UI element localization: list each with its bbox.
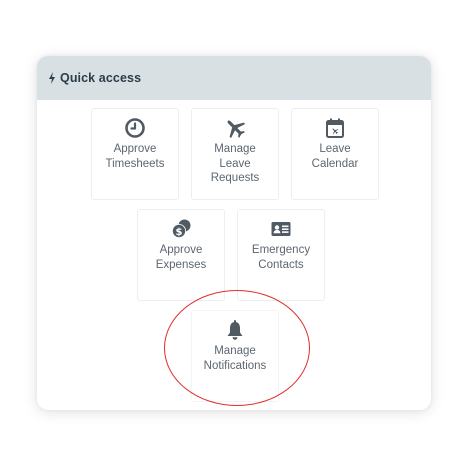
manage-leave-requests-tile[interactable]: Manage Leave Requests (191, 108, 279, 200)
bell-icon (227, 320, 243, 340)
emergency-contacts-tile[interactable]: Emergency Contacts (237, 209, 325, 301)
leave-calendar-tile[interactable]: Leave Calendar (291, 108, 379, 200)
approve-expenses-label: Approve Expenses (155, 244, 207, 271)
approve-timesheets-label: Approve Timesheets (105, 143, 165, 170)
id-card-icon (271, 222, 291, 236)
quick-access-title: Quick access (60, 71, 142, 85)
svg-text:$: $ (176, 227, 183, 238)
manage-notifications-label: Manage Notifications (203, 345, 267, 372)
leave-calendar-label: Leave Calendar (311, 143, 359, 170)
clock-icon (125, 118, 145, 138)
approve-timesheets-tile[interactable]: Approve Timesheets (91, 108, 179, 200)
manage-leave-requests-label: Manage Leave Requests (210, 143, 260, 184)
emergency-contacts-label: Emergency Contacts (251, 244, 311, 271)
approve-expenses-tile[interactable]: $ Approve Expenses (137, 209, 225, 301)
calendar-plane-icon (326, 118, 344, 138)
bolt-icon (49, 72, 55, 84)
quick-access-header: Quick access (37, 56, 431, 100)
coins-icon: $ (172, 219, 191, 238)
manage-notifications-tile[interactable]: Manage Notifications (191, 310, 279, 402)
airplane-icon (227, 120, 246, 139)
